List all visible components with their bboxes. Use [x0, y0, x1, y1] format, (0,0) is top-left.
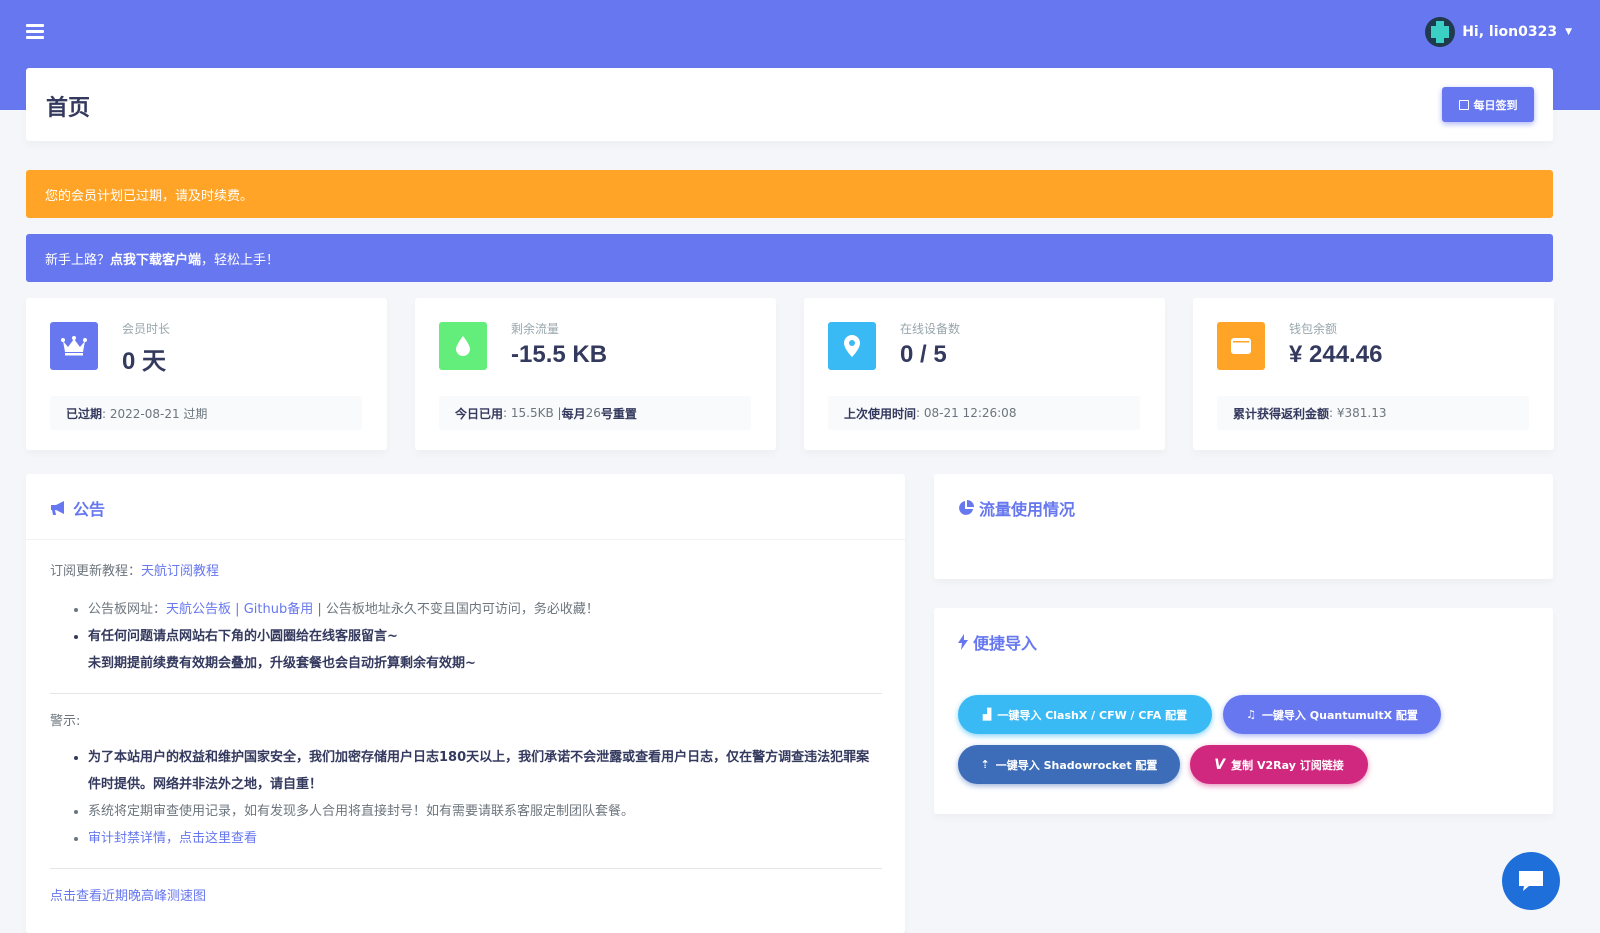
stat-label: 在线设备数	[900, 322, 961, 336]
bulletin-link[interactable]: 天航公告板	[166, 602, 231, 617]
traffic-header: 流量使用情况	[958, 496, 1075, 520]
stat-card-wallet: 钱包余额 ¥ 244.46 累计获得返利金额: ¥381.13	[1193, 298, 1554, 450]
download-client-link[interactable]: 点我下载客户端	[110, 249, 201, 268]
megaphone-icon	[51, 501, 64, 515]
import-clash-button[interactable]: ▟ 一键导入 ClashX / CFW / CFA 配置	[958, 695, 1212, 734]
list-item: 公告板网址：天航公告板 | Github备用 | 公告板地址永久不变且国内可访问…	[88, 596, 882, 623]
caret-down-icon: ▼	[1565, 27, 1572, 37]
stat-value: -15.5 KB	[511, 341, 608, 368]
pie-chart-icon	[959, 500, 974, 515]
drop-icon	[439, 322, 487, 370]
warning-label: 警示:	[50, 714, 81, 729]
expired-alert: 您的会员计划已过期，请及时续费。	[26, 170, 1553, 218]
github-backup-link[interactable]: Github备用	[244, 602, 314, 617]
crown-icon	[50, 322, 98, 370]
warning-list: 为了本站用户的权益和维护国家安全，我们加密存储用户日志180天以上，我们承诺不会…	[88, 744, 882, 852]
chat-bubble-icon	[1519, 871, 1543, 891]
music-note-icon: ♫	[1246, 708, 1256, 721]
user-menu[interactable]: Hi, lion0323 ▼	[1425, 17, 1572, 47]
stat-card-membership: 会员时长 0 天 已过期: 2022-08-21 过期	[26, 298, 387, 450]
cat-icon: ▟	[982, 708, 992, 721]
stat-footer: 累计获得返利金额: ¥381.13	[1217, 396, 1529, 430]
calendar-check-icon	[1458, 99, 1469, 110]
user-greeting: Hi, lion0323	[1462, 24, 1558, 40]
subscription-tutorial-line: 订阅更新教程：天航订阅教程	[50, 564, 220, 579]
notice-card: 公告 订阅更新教程：天航订阅教程 公告板网址：天航公告板 | Github备用 …	[26, 474, 905, 933]
stat-footer: 上次使用时间: 08-21 12:26:08	[828, 396, 1140, 430]
divider	[26, 539, 905, 540]
menu-toggle-icon[interactable]	[26, 24, 44, 40]
subscription-tutorial-link[interactable]: 天航订阅教程	[141, 564, 219, 579]
daily-checkin-button[interactable]: 每日签到	[1442, 87, 1534, 122]
stat-card-traffic: 剩余流量 -15.5 KB 今日已用: 15.5KB | 每月 26 号重置	[415, 298, 776, 450]
stat-card-devices: 在线设备数 0 / 5 上次使用时间: 08-21 12:26:08	[804, 298, 1165, 450]
stat-footer: 已过期: 2022-08-21 过期	[50, 396, 362, 430]
divider	[50, 693, 882, 694]
import-shadowrocket-button[interactable]: ⇡ 一键导入 Shadowrocket 配置	[958, 745, 1180, 784]
stat-footer: 今日已用: 15.5KB | 每月 26 号重置	[439, 396, 751, 430]
stat-label: 会员时长	[122, 322, 171, 336]
v-logo-icon: V	[1214, 756, 1226, 773]
divider	[50, 868, 882, 869]
audit-ban-link[interactable]: 审计封禁详情，点击这里查看	[88, 831, 257, 846]
list-item: 系统将定期审查使用记录，如有发现多人合用将直接封号！如有需要请联系客服定制团队套…	[88, 798, 882, 825]
navbar: Hi, lion0323 ▼	[0, 0, 1600, 66]
page-header: 首页 每日签到	[26, 68, 1553, 141]
page-title: 首页	[46, 96, 91, 121]
stat-value: ¥ 244.46	[1289, 341, 1383, 368]
notice-header: 公告	[50, 496, 105, 520]
notice-body: 订阅更新教程：天航订阅教程 公告板网址：天航公告板 | Github备用 | 公…	[50, 562, 882, 907]
quick-import-header: 便捷导入	[958, 630, 1037, 654]
stat-label: 钱包余额	[1289, 322, 1338, 336]
list-item: 为了本站用户的权益和维护国家安全，我们加密存储用户日志180天以上，我们承诺不会…	[88, 744, 882, 798]
map-pin-icon	[828, 322, 876, 370]
stat-value: 0 天	[122, 348, 167, 375]
copy-v2ray-link-button[interactable]: V 复制 V2Ray 订阅链接	[1190, 745, 1368, 784]
speedtest-chart-link[interactable]: 点击查看近期晚高峰测速图	[50, 889, 206, 904]
stat-label: 剩余流量	[511, 322, 560, 336]
avatar	[1425, 17, 1456, 47]
quick-import-card: 便捷导入 ▟ 一键导入 ClashX / CFW / CFA 配置 ♫ 一键导入 Q…	[934, 608, 1553, 814]
newbie-alert: 新手上路？ 点我下载客户端 ，轻松上手！	[26, 234, 1553, 282]
list-item: 审计封禁详情，点击这里查看	[88, 825, 882, 852]
rocket-icon: ⇡	[980, 758, 990, 771]
traffic-usage-card: 流量使用情况	[934, 474, 1553, 579]
wallet-icon	[1217, 322, 1265, 370]
bolt-icon	[958, 634, 968, 650]
notice-list: 公告板网址：天航公告板 | Github备用 | 公告板地址永久不变且国内可访问…	[88, 596, 882, 677]
import-quantumultx-button[interactable]: ♫ 一键导入 QuantumultX 配置	[1223, 695, 1441, 734]
live-chat-button[interactable]	[1502, 852, 1560, 910]
list-item: 有任何问题请点网站右下角的小圆圈给在线客服留言~ 未到期提前续费有效期会叠加，升…	[88, 623, 882, 677]
stat-value: 0 / 5	[900, 341, 947, 368]
